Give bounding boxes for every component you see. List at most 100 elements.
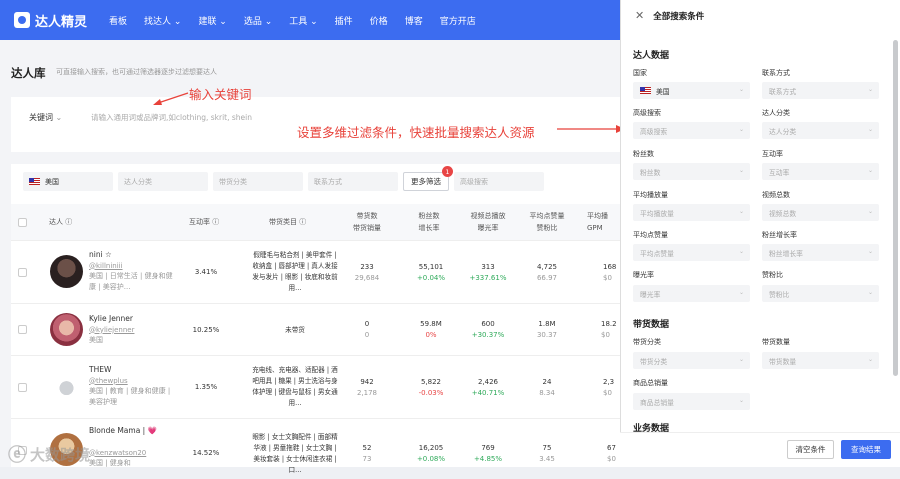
- filter-contact[interactable]: 联系方式: [308, 172, 398, 191]
- fans-label: 粉丝数: [633, 150, 654, 158]
- total-sales-select[interactable]: 商品总销量 ⌄: [633, 393, 750, 410]
- chevron-down-icon: ⌄: [738, 86, 744, 93]
- top-nav: 达人精灵 看板 找达人 ⌄ 建联 ⌄ 选品 ⌄ 工具 ⌄ 插件 价格 博客 官方…: [0, 0, 620, 40]
- advanced-label: 高级搜索: [633, 109, 661, 117]
- table-row[interactable]: THEW @thewplus 美国 | 教育 | 健身和健康 | 美容护理 1.…: [11, 356, 620, 419]
- talent-tags: 美国 | 日常生活 | 健身和健康 | 美容护...: [89, 272, 173, 291]
- clear-conditions-button[interactable]: 清空条件: [787, 440, 834, 459]
- views: 2,426 +40.71%: [471, 378, 505, 397]
- sales: 942 2,178: [356, 378, 378, 397]
- fans: 59.8M 0%: [420, 320, 442, 339]
- header-talent[interactable]: 达人 ⓘ: [49, 216, 72, 228]
- row-checkbox[interactable]: [18, 268, 27, 277]
- talent-handle[interactable]: @kyliejenner: [89, 325, 179, 336]
- advanced-select[interactable]: 高级搜索 ⌄: [633, 122, 750, 139]
- annotation-keyword: 输入关键词: [189, 87, 252, 102]
- growth-label: 粉丝增长率: [762, 231, 797, 239]
- views: 313 +337.61%: [469, 263, 507, 282]
- filter-advanced[interactable]: 高级搜索: [454, 172, 544, 191]
- header-rate[interactable]: 互动率 ⓘ: [189, 216, 219, 228]
- chevron-down-icon: ⌄: [867, 208, 873, 215]
- annotation-arrow-1: [153, 92, 189, 105]
- talent-name[interactable]: nini ☆: [89, 250, 179, 261]
- sales: 00: [364, 320, 370, 339]
- header-views[interactable]: 视频总播放 曝光率: [463, 210, 513, 234]
- nav-dashboard[interactable]: 看板: [109, 14, 127, 27]
- nav-tools[interactable]: 工具 ⌄: [289, 14, 317, 27]
- header-gpm[interactable]: 平均播 GPM: [587, 210, 620, 234]
- fans: 16,205 +0.08%: [416, 444, 446, 463]
- talent-handle[interactable]: @killniniii: [89, 261, 179, 272]
- avatar: [50, 313, 83, 346]
- talent-handle[interactable]: @kenzwatson20: [89, 448, 179, 459]
- drawer-scrollbar[interactable]: [893, 40, 898, 376]
- talent-name[interactable]: THEW: [89, 365, 179, 376]
- goods-count-label: 带货数量: [762, 338, 790, 346]
- contact-select[interactable]: 联系方式 ⌄: [762, 82, 879, 99]
- videos-label: 视频总数: [762, 191, 790, 199]
- nav-outreach[interactable]: 建联 ⌄: [198, 14, 226, 27]
- category-select[interactable]: 达人分类 ⌄: [762, 122, 879, 139]
- chevron-down-icon: ⌄: [738, 356, 744, 363]
- logo-icon: [14, 12, 30, 28]
- annotation-arrow-2: [557, 125, 625, 133]
- nav-plugin[interactable]: 插件: [335, 14, 353, 27]
- watermark-logo-icon: ⓔ: [8, 445, 26, 466]
- fans-select[interactable]: 粉丝数 ⌄: [633, 163, 750, 180]
- nav-open-store[interactable]: 官方开店: [440, 14, 476, 27]
- more-filters-button[interactable]: 更多筛选 1: [403, 166, 453, 191]
- country-select[interactable]: 美国 ⌄: [633, 82, 750, 99]
- header-fans[interactable]: 粉丝数 增长率: [409, 210, 449, 234]
- select-all-checkbox[interactable]: [18, 218, 27, 227]
- chevron-down-icon: ⌄: [738, 126, 744, 133]
- logo[interactable]: 达人精灵: [14, 11, 87, 30]
- talent-name[interactable]: Blonde Mama | 💗: [89, 426, 179, 437]
- close-icon[interactable]: ✕: [635, 9, 644, 22]
- goods-category-select[interactable]: 带货分类 ⌄: [633, 352, 750, 369]
- section-goods-data: 带货数据: [633, 320, 670, 330]
- talent-handle[interactable]: @thewplus: [89, 376, 179, 387]
- header-goods[interactable]: 带货类目 ⓘ: [269, 216, 306, 228]
- rate: 10.25%: [192, 326, 220, 334]
- goods-category: 眼影 | 女士文胸配件 | 面部精华液 | 男童拖鞋 | 女士文胸 | 美妆套装…: [252, 433, 338, 474]
- filter-goods-category[interactable]: 带货分类: [213, 172, 303, 191]
- nav-find-talent[interactable]: 找达人 ⌄: [144, 14, 181, 27]
- likes-label: 平均点赞量: [633, 231, 668, 239]
- row-checkbox[interactable]: [18, 325, 27, 334]
- filter-country[interactable]: 美国: [23, 172, 113, 191]
- chevron-down-icon: ⌄: [867, 356, 873, 363]
- gpm: 18.2 $0: [601, 320, 617, 339]
- filter-talent-category[interactable]: 达人分类: [118, 172, 208, 191]
- fans: 5,822 -0.03%: [418, 378, 444, 397]
- nav-blog[interactable]: 博客: [405, 14, 423, 27]
- table-row[interactable]: nini ☆ @killniniii 美国 | 日常生活 | 健身和健康 | 美…: [11, 241, 620, 304]
- like-fan-ratio-select[interactable]: 赞粉比 ⌄: [762, 285, 879, 302]
- keyword-label[interactable]: 关键词 ⌄: [29, 112, 62, 123]
- rate-label: 互动率: [762, 150, 783, 158]
- us-flag-icon: [640, 87, 651, 94]
- talent-name[interactable]: Kylie Jenner: [89, 314, 179, 325]
- avatar: [50, 370, 83, 403]
- country-label: 国家: [633, 69, 647, 77]
- chevron-down-icon: ⌄: [738, 289, 744, 296]
- keyword-input[interactable]: 请输入通用词或品牌词,如clothing, skrit, shein: [91, 112, 252, 123]
- play-select[interactable]: 平均播放量 ⌄: [633, 204, 750, 221]
- goods-count-select[interactable]: 带货数量 ⌄: [762, 352, 879, 369]
- query-results-button[interactable]: 查询结果: [841, 440, 891, 459]
- nav-products[interactable]: 选品 ⌄: [244, 14, 272, 27]
- table-row[interactable]: Kylie Jenner @kyliejenner 美国 10.25% 未带货 …: [11, 304, 620, 356]
- fans: 55,101 +0.04%: [416, 263, 446, 282]
- growth-select[interactable]: 粉丝增长率 ⌄: [762, 244, 879, 261]
- talent-info: Blonde Mama | 💗 @kenzwatson20 美国 | 健身和: [89, 426, 179, 469]
- header-likes[interactable]: 平均点赞量 赞粉比: [522, 210, 572, 234]
- likes-select[interactable]: 平均点赞量 ⌄: [633, 244, 750, 261]
- talent-info: THEW @thewplus 美国 | 教育 | 健身和健康 | 美容护理: [89, 365, 179, 407]
- header-sales[interactable]: 带货数 带货销量: [347, 210, 387, 234]
- nav-pricing[interactable]: 价格: [370, 14, 388, 27]
- rate-select[interactable]: 互动率 ⌄: [762, 163, 879, 180]
- exposure-select[interactable]: 曝光率 ⌄: [633, 285, 750, 302]
- videos-select[interactable]: 视频总数 ⌄: [762, 204, 879, 221]
- row-checkbox[interactable]: [18, 383, 27, 392]
- table-row[interactable]: Blonde Mama | 💗 @kenzwatson20 美国 | 健身和 1…: [11, 419, 620, 479]
- goods-category: 假睫毛与粘合剂 | 美甲套件 | 收纳盒 | 唇部护理 | 真人发接发与发片 |…: [252, 251, 338, 292]
